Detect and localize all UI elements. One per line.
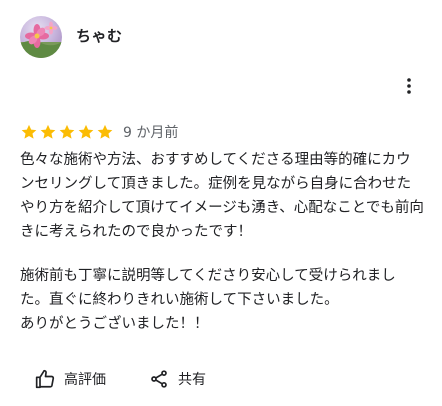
share-label: 共有: [178, 372, 206, 388]
star-icon: [78, 124, 94, 139]
thumb-up-icon: [34, 368, 56, 390]
review-card: ちゃむ 9 か月前 色々な施術や方法、おすすめしてくださる理由等的確にカウンセリ…: [0, 0, 442, 406]
more-options-button[interactable]: [398, 74, 420, 98]
review-actions: 高評価 共有: [34, 366, 206, 392]
more-vert-icon: [407, 78, 411, 94]
share-icon: [148, 368, 170, 390]
star-rating: [20, 123, 115, 141]
avatar[interactable]: [20, 16, 62, 58]
review-paragraph: ありがとうございました！！: [20, 316, 209, 332]
review-paragraph: 施術前も丁寧に説明等してくださり安心して受けられました。直ぐに終わりきれい施術し…: [20, 268, 396, 308]
review-paragraph: 色々な施術や方法、おすすめしてくださる理由等的確にカウンセリングして頂きました。…: [20, 152, 424, 240]
star-icon: [97, 124, 113, 139]
star-icon: [21, 124, 37, 139]
share-button[interactable]: 共有: [148, 368, 206, 390]
like-button[interactable]: 高評価: [34, 368, 106, 390]
star-icon: [40, 124, 56, 139]
star-icon: [59, 124, 75, 139]
review-text: 色々な施術や方法、おすすめしてくださる理由等的確にカウンセリングして頂きました。…: [20, 148, 424, 336]
review-date: 9 か月前: [123, 125, 179, 141]
rating-row: 9 か月前: [20, 122, 178, 142]
author-name[interactable]: ちゃむ: [76, 25, 123, 46]
like-label: 高評価: [64, 372, 106, 388]
